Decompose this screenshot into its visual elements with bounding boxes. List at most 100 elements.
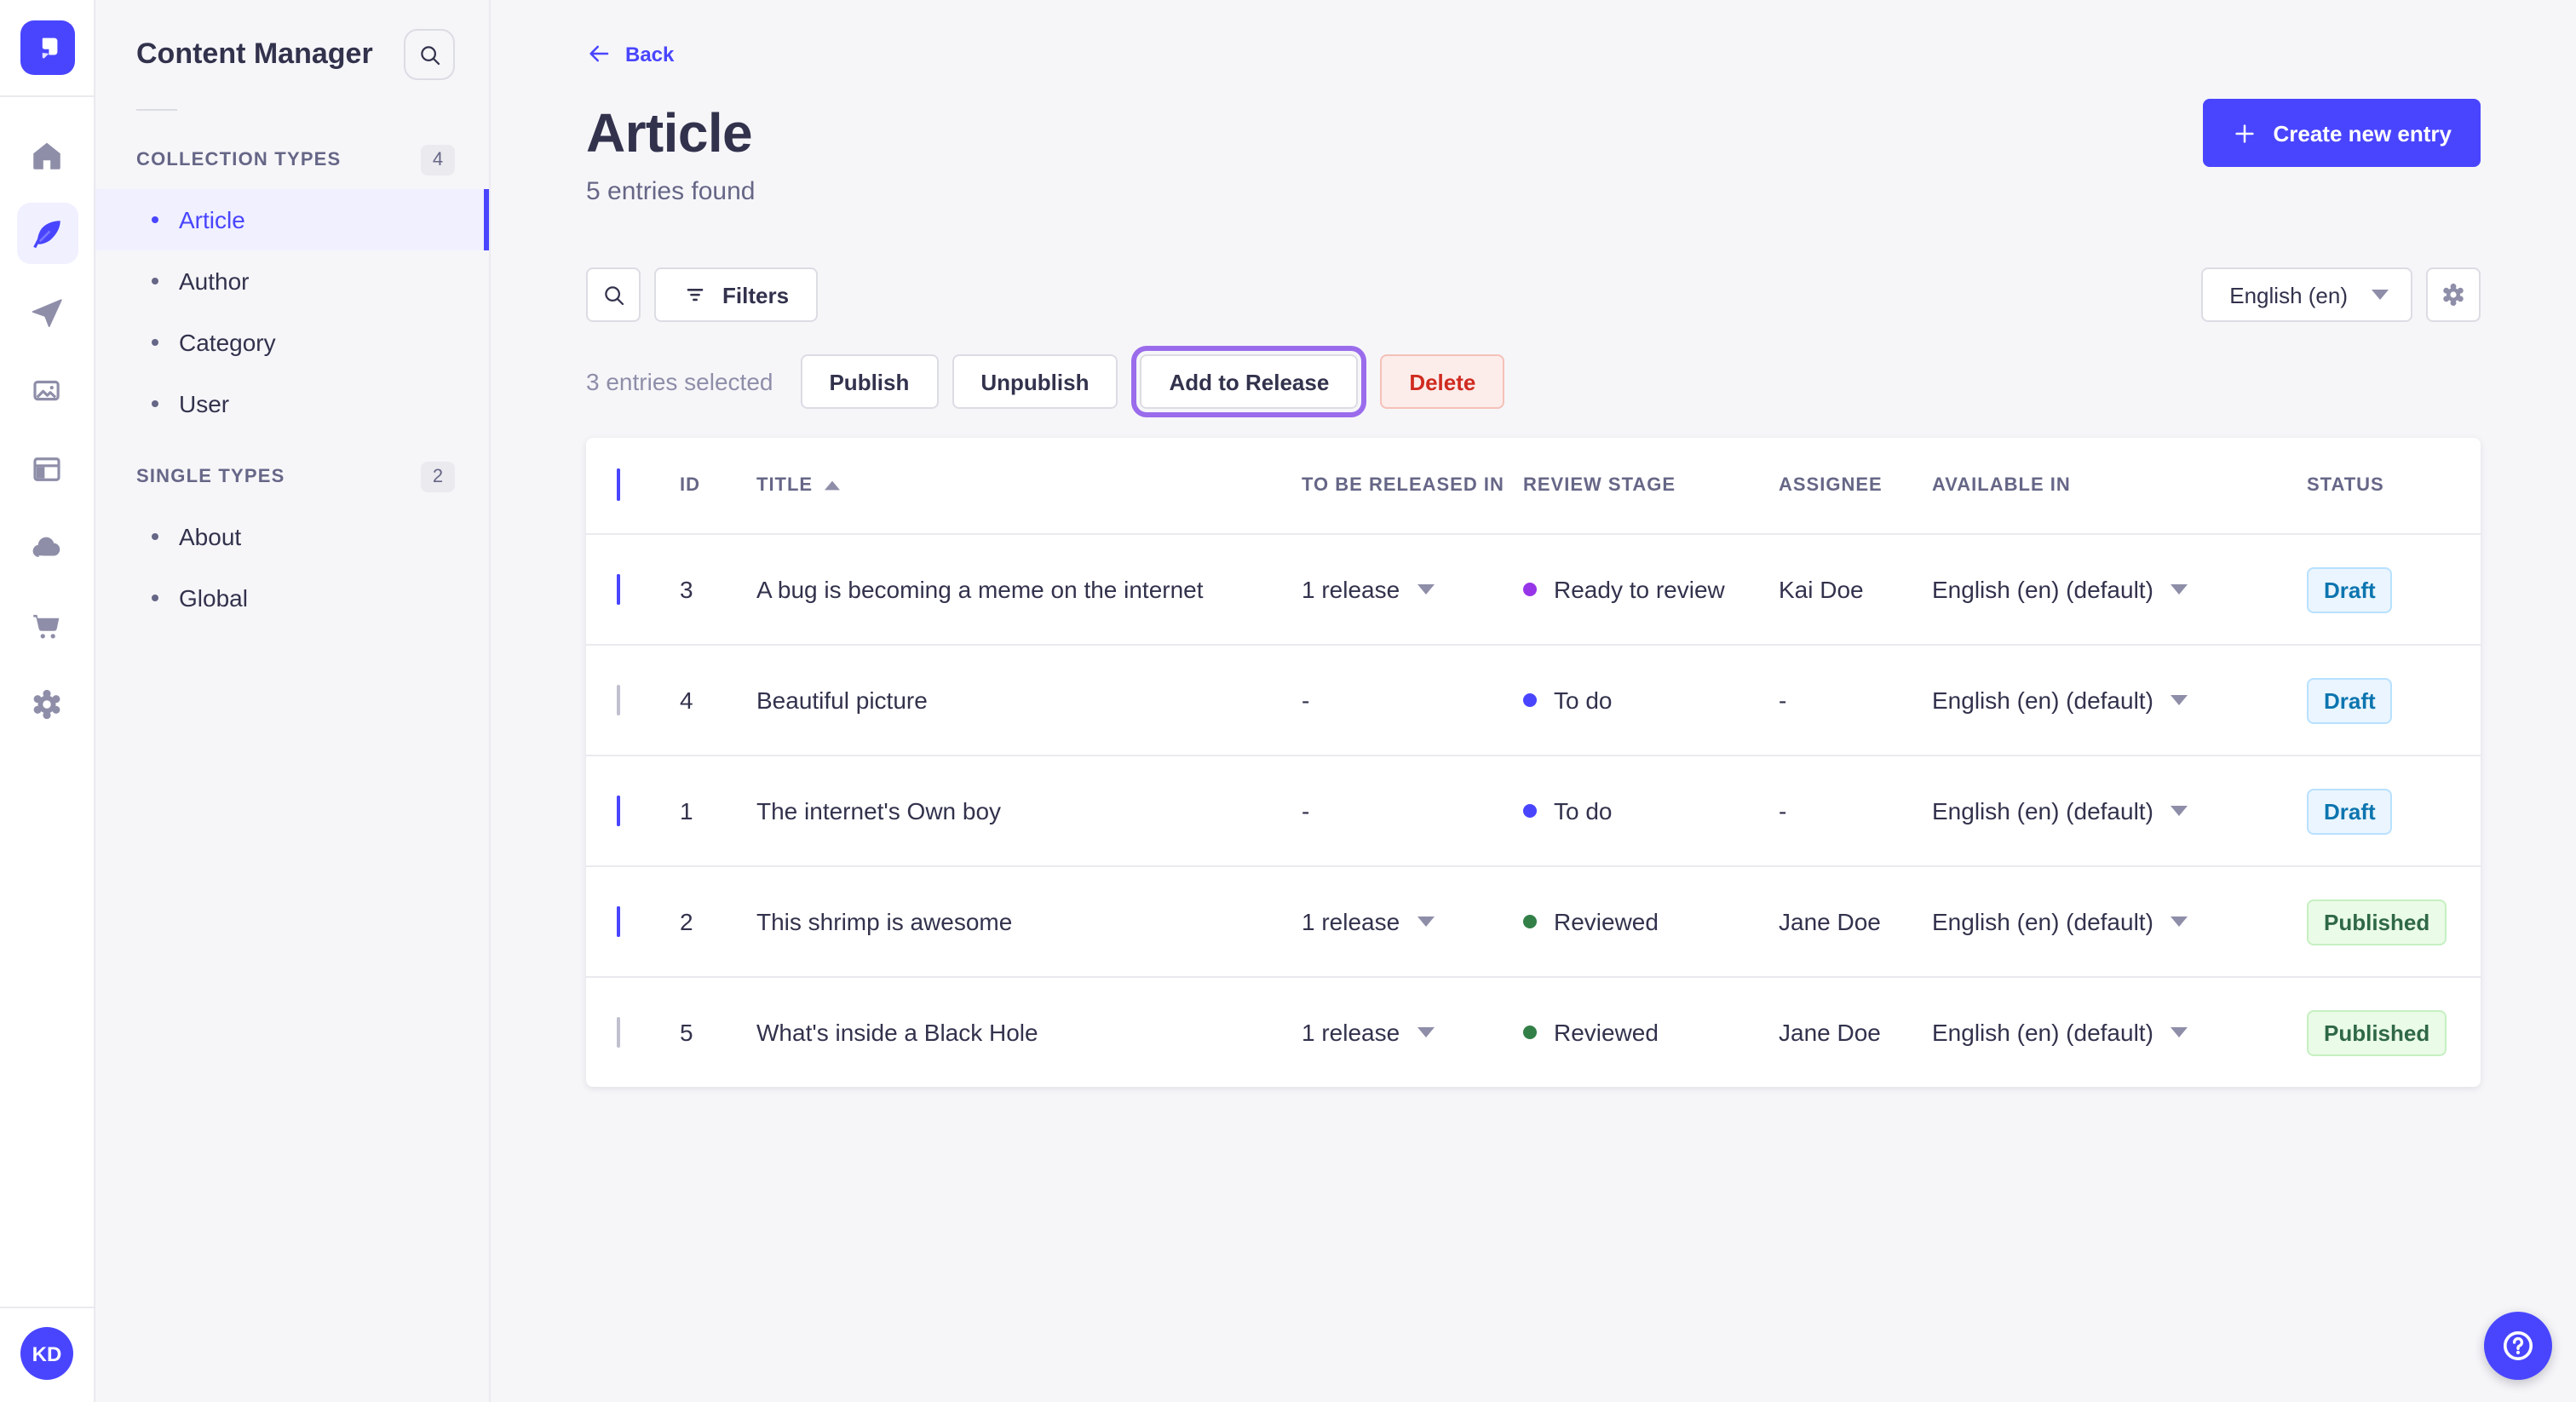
table-row[interactable]: 1 The internet's Own boy - To do - Engli… bbox=[586, 755, 2481, 865]
chevron-down-icon bbox=[1417, 584, 1435, 595]
cell-assignee: - bbox=[1779, 687, 1787, 714]
available-in-value: English (en) (default) bbox=[1932, 687, 2153, 714]
create-new-entry-button[interactable]: Create new entry bbox=[2203, 99, 2481, 167]
stage-dot-icon bbox=[1523, 1026, 1537, 1039]
home-icon bbox=[33, 141, 60, 169]
strapi-logo[interactable] bbox=[20, 20, 74, 75]
cell-available-in[interactable]: English (en) (default) bbox=[1932, 687, 2307, 714]
column-header-release[interactable]: TO BE RELEASED IN bbox=[1302, 475, 1523, 496]
layout-icon bbox=[33, 457, 60, 480]
create-new-entry-label: Create new entry bbox=[2273, 120, 2452, 146]
cell-title: This shrimp is awesome bbox=[756, 908, 1013, 935]
row-checkbox[interactable] bbox=[617, 574, 620, 605]
list-search-button[interactable] bbox=[586, 267, 641, 322]
selected-entries-text: 3 entries selected bbox=[586, 368, 773, 395]
main-nav-items bbox=[16, 124, 78, 734]
cart-icon bbox=[33, 613, 60, 638]
row-checkbox[interactable] bbox=[617, 906, 620, 937]
cell-assignee: Kai Doe bbox=[1779, 576, 1864, 603]
row-checkbox[interactable] bbox=[617, 685, 620, 715]
cell-status: Draft bbox=[2307, 566, 2481, 612]
cell-to-be-released-in[interactable]: 1 release bbox=[1302, 576, 1523, 603]
table-header-row: ID TITLE TO BE RELEASED IN REVIEW STAGE … bbox=[586, 438, 2481, 533]
nav-media-library[interactable] bbox=[16, 359, 78, 421]
locale-select[interactable]: English (en) bbox=[2200, 267, 2412, 322]
filters-label: Filters bbox=[722, 282, 790, 307]
back-label: Back bbox=[625, 42, 675, 66]
search-icon bbox=[420, 45, 440, 65]
table-row[interactable]: 5 What's inside a Black Hole 1 release R… bbox=[586, 976, 2481, 1087]
stage-label: To do bbox=[1554, 687, 1613, 714]
subnav-item-author[interactable]: Author bbox=[95, 250, 489, 312]
subnav-item-label: Global bbox=[179, 584, 248, 612]
nav-marketplace[interactable] bbox=[16, 595, 78, 656]
cell-to-be-released-in[interactable]: 1 release bbox=[1302, 908, 1523, 935]
publish-button[interactable]: Publish bbox=[800, 354, 939, 409]
cell-to-be-released-in[interactable]: 1 release bbox=[1302, 1019, 1523, 1046]
bullet-icon bbox=[152, 339, 158, 346]
column-header-review-stage[interactable]: REVIEW STAGE bbox=[1523, 475, 1779, 496]
cell-to-be-released-in[interactable]: - bbox=[1302, 687, 1523, 714]
gear-icon bbox=[2443, 283, 2464, 307]
help-button[interactable] bbox=[2484, 1312, 2552, 1380]
unpublish-button[interactable]: Unpublish bbox=[952, 354, 1118, 409]
bullet-icon bbox=[152, 533, 158, 540]
cell-available-in[interactable]: English (en) (default) bbox=[1932, 576, 2307, 603]
cell-available-in[interactable]: English (en) (default) bbox=[1932, 908, 2307, 935]
section-items: About Global bbox=[95, 506, 489, 629]
stage-dot-icon bbox=[1523, 583, 1537, 596]
table-row[interactable]: 3 A bug is becoming a meme on the intern… bbox=[586, 533, 2481, 644]
column-header-status[interactable]: STATUS bbox=[2307, 475, 2481, 496]
cell-id: 1 bbox=[680, 797, 693, 825]
back-link[interactable]: Back bbox=[586, 41, 674, 66]
subnav-item-user[interactable]: User bbox=[95, 373, 489, 434]
table-row[interactable]: 4 Beautiful picture - To do - English (e… bbox=[586, 644, 2481, 755]
nav-content-manager[interactable] bbox=[16, 203, 78, 264]
filter-icon bbox=[687, 289, 704, 302]
gear-icon bbox=[33, 688, 60, 719]
column-header-id[interactable]: ID bbox=[680, 475, 756, 496]
column-header-title[interactable]: TITLE bbox=[756, 475, 1302, 496]
available-in-value: English (en) (default) bbox=[1932, 908, 2153, 935]
subnav-item-article[interactable]: Article bbox=[95, 189, 489, 250]
plus-icon bbox=[2235, 124, 2255, 142]
nav-releases[interactable] bbox=[16, 281, 78, 342]
user-avatar[interactable]: KD bbox=[20, 1327, 73, 1380]
bullet-icon bbox=[152, 595, 158, 601]
cell-to-be-released-in[interactable]: - bbox=[1302, 797, 1523, 825]
logo-box bbox=[0, 0, 94, 97]
content-manager-subnav: Content Manager COLLECTION TYPES 4 Artic… bbox=[95, 0, 491, 1402]
row-checkbox[interactable] bbox=[617, 1017, 620, 1048]
column-header-available-in[interactable]: AVAILABLE IN bbox=[1932, 475, 2307, 496]
subnav-item-label: About bbox=[179, 523, 242, 550]
cell-review-stage: Reviewed bbox=[1523, 1019, 1779, 1046]
subnav-item-about[interactable]: About bbox=[95, 506, 489, 567]
sort-ascending-icon bbox=[825, 480, 841, 491]
column-header-assignee[interactable]: ASSIGNEE bbox=[1779, 475, 1932, 496]
available-in-value: English (en) (default) bbox=[1932, 576, 2153, 603]
cell-review-stage: Ready to review bbox=[1523, 576, 1779, 603]
view-settings-button[interactable] bbox=[2426, 267, 2481, 322]
stage-label: Reviewed bbox=[1554, 908, 1659, 935]
add-to-release-button[interactable]: Add to Release bbox=[1131, 346, 1367, 417]
cell-assignee: Jane Doe bbox=[1779, 908, 1881, 935]
subnav-section: SINGLE TYPES 2 About Global bbox=[95, 448, 489, 629]
delete-button[interactable]: Delete bbox=[1380, 354, 1505, 409]
stage-label: Reviewed bbox=[1554, 1019, 1659, 1046]
subnav-search-button[interactable] bbox=[404, 29, 455, 80]
table-body: 3 A bug is becoming a meme on the intern… bbox=[586, 533, 2481, 1087]
row-checkbox[interactable] bbox=[617, 796, 620, 826]
cell-available-in[interactable]: English (en) (default) bbox=[1932, 1019, 2307, 1046]
nav-cloud[interactable] bbox=[16, 516, 78, 577]
nav-settings[interactable] bbox=[16, 673, 78, 734]
nav-home[interactable] bbox=[16, 124, 78, 186]
stage-dot-icon bbox=[1523, 915, 1537, 928]
filters-button[interactable]: Filters bbox=[654, 267, 819, 322]
subnav-item-category[interactable]: Category bbox=[95, 312, 489, 373]
table-row[interactable]: 2 This shrimp is awesome 1 release Revie… bbox=[586, 865, 2481, 976]
locale-selected-value: English (en) bbox=[2229, 282, 2348, 307]
nav-content-type-builder[interactable] bbox=[16, 438, 78, 499]
select-all-checkbox[interactable] bbox=[617, 468, 620, 501]
cell-available-in[interactable]: English (en) (default) bbox=[1932, 797, 2307, 825]
subnav-item-global[interactable]: Global bbox=[95, 567, 489, 629]
